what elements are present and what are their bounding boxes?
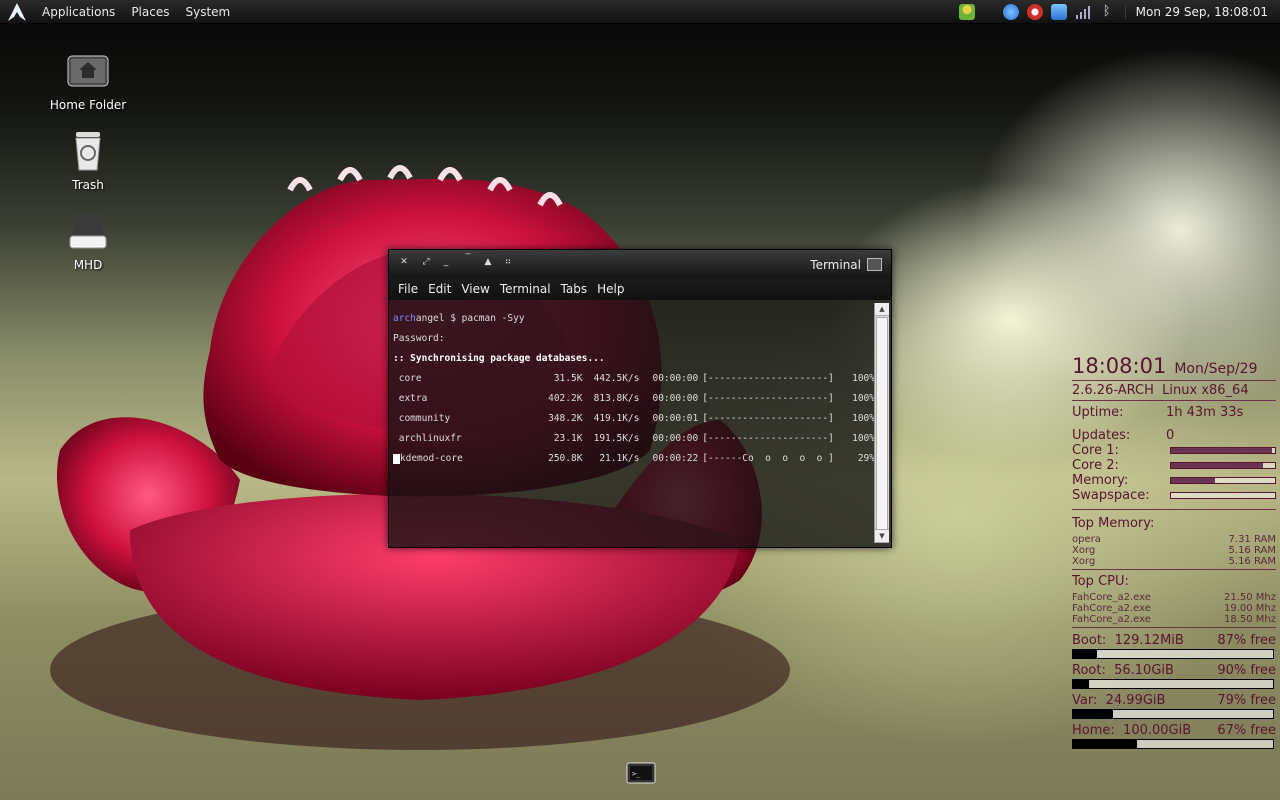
menu-tabs[interactable]: Tabs xyxy=(556,282,593,296)
meter-fill xyxy=(1171,478,1215,483)
home-folder-icon xyxy=(64,46,112,94)
disk-fill xyxy=(1073,650,1097,658)
conky-meter-core2: Core 2: xyxy=(1072,458,1276,473)
signal-icon[interactable] xyxy=(1075,4,1091,20)
top-memory-row: Xorg 5.16 RAM xyxy=(1072,556,1276,567)
close-icon[interactable]: ✕ xyxy=(399,257,409,267)
conky-kernel-row: 2.6.26-ARCH Linux x86_64 xyxy=(1072,383,1249,398)
conky-meter-memory: Memory: xyxy=(1072,473,1276,488)
top-cpu-row: FahCore_a2.exe 19.00 Mhz xyxy=(1072,603,1276,614)
prompt-command: angel $ pacman -Syy xyxy=(415,313,525,324)
menu-edit[interactable]: Edit xyxy=(423,282,456,296)
top-cpu-row: FahCore_a2.exe 18.50 Mhz xyxy=(1072,614,1276,625)
shade-icon[interactable]: ‾ xyxy=(463,253,473,263)
desktop-icon-label: Home Folder xyxy=(49,98,127,112)
menu-terminal[interactable]: Terminal xyxy=(495,282,556,296)
top-cpu-heading: Top CPU: xyxy=(1072,574,1129,589)
minimize-icon[interactable]: _ xyxy=(441,257,451,267)
disk-root: Root: 56.10GiB 90% free xyxy=(1072,663,1276,689)
scroll-down-icon[interactable]: ▼ xyxy=(875,529,889,543)
meter-fill xyxy=(1171,448,1272,453)
terminal-menubar: File Edit View Terminal Tabs Help xyxy=(389,278,891,300)
terminal-title: Terminal xyxy=(810,258,861,272)
dock-terminal-icon[interactable]: >_ xyxy=(626,762,656,786)
conky-date: Mon/Sep/29 xyxy=(1174,361,1258,377)
arch-logo-icon[interactable] xyxy=(6,1,28,23)
update-icon[interactable] xyxy=(1026,3,1043,20)
top-panel: Applications Places System ᛒ Mon 29 Sep,… xyxy=(0,0,1280,24)
top-memory-row: Xorg 5.16 RAM xyxy=(1072,545,1276,556)
maximize-icon[interactable]: ⤢ xyxy=(421,257,431,267)
terminal-output[interactable]: archangel $ pacman -Syy Password: :: Syn… xyxy=(391,302,875,546)
prompt-host: arch xyxy=(393,313,416,324)
conky-monitor: 18:08:01 Mon/Sep/29 2.6.26-ARCH Linux x86… xyxy=(1072,354,1276,753)
svg-text:>_: >_ xyxy=(632,770,641,778)
top-cpu-row: FahCore_a2.exe 21.50 Mhz xyxy=(1072,592,1276,603)
clock[interactable]: Mon 29 Sep, 18:08:01 xyxy=(1124,4,1280,19)
conky-header: 18:08:01 Mon/Sep/29 xyxy=(1072,354,1276,378)
pacman-row: community 348.2K 419.1K/s 00:00:01 [--------… xyxy=(393,413,875,424)
user-icon[interactable] xyxy=(958,3,975,20)
raise-icon[interactable]: ▲ xyxy=(483,257,493,267)
menu-system[interactable]: System xyxy=(177,5,238,19)
scroll-up-icon[interactable]: ▲ xyxy=(875,303,889,316)
desktop-icon-home-folder[interactable]: Home Folder xyxy=(38,46,138,112)
disk-fill xyxy=(1073,680,1089,688)
disk-fill xyxy=(1073,740,1137,748)
disk-var: Var: 24.99GiB 79% free xyxy=(1072,693,1276,719)
menu-applications[interactable]: Applications xyxy=(34,5,123,19)
pacman-row: kdemod-core 250.8K 21.1K/s 00:00:22 [------C… xyxy=(393,454,875,464)
menu-places[interactable]: Places xyxy=(123,5,177,19)
terminal-scrollbar[interactable]: ▲ ▼ xyxy=(874,303,889,543)
menu-file[interactable]: File xyxy=(393,282,423,296)
disk-home: Home: 100.00GiB 67% free xyxy=(1072,723,1276,749)
sync-line: :: Synchronising package databases... xyxy=(393,353,605,364)
network-icon[interactable] xyxy=(1002,3,1019,20)
terminal-app-icon xyxy=(867,258,882,271)
top-memory-row: opera 7.31 RAM xyxy=(1072,534,1276,545)
bluetooth-icon[interactable]: ᛒ xyxy=(1099,4,1115,20)
terminal-window[interactable]: ✕ ⤢ _ ‾ ▲ ⠶ Terminal File Edit View Term… xyxy=(388,249,892,548)
terminal-titlebar[interactable]: ✕ ⤢ _ ‾ ▲ ⠶ Terminal xyxy=(389,250,891,278)
pacman-row: core 31.5K 442.5K/s 00:00:00 [--------------… xyxy=(393,373,875,384)
disk-fill xyxy=(1073,710,1113,718)
password-line: Password: xyxy=(393,333,445,344)
meter-fill xyxy=(1171,463,1263,468)
scrollbar-thumb[interactable] xyxy=(876,317,888,531)
conky-meter-swap: Swapspace: xyxy=(1072,488,1276,503)
top-memory-heading: Top Memory: xyxy=(1072,516,1155,531)
conky-meter-core1: Core 1: xyxy=(1072,443,1276,458)
sticky-icon[interactable]: ⠶ xyxy=(503,257,513,267)
pacman-row: archlinuxfr 23.1K 191.5K/s 00:00:00 [-------… xyxy=(393,433,875,444)
conky-updates-row: Updates: 0 xyxy=(1072,428,1175,443)
conky-time: 18:08:01 xyxy=(1072,354,1167,378)
conky-uptime-row: Uptime: 1h 43m 33s xyxy=(1072,405,1244,420)
menu-view[interactable]: View xyxy=(456,282,494,296)
menu-help[interactable]: Help xyxy=(592,282,629,296)
disk-boot: Boot: 129.12MiB 87% free xyxy=(1072,633,1276,659)
pacman-row: extra 402.2K 813.8K/s 00:00:00 [------------… xyxy=(393,393,875,404)
system-tray: ᛒ Mon 29 Sep, 18:08:01 xyxy=(955,0,1280,23)
info-icon[interactable] xyxy=(1050,3,1067,20)
